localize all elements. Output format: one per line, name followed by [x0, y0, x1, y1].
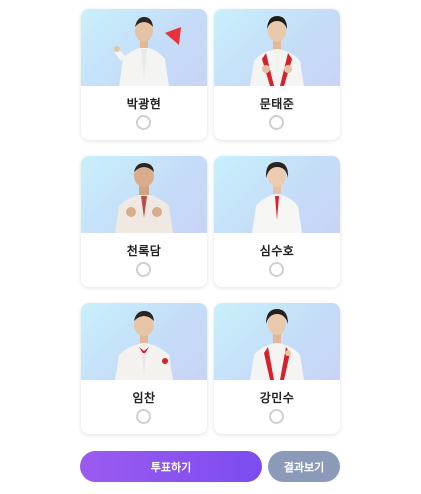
candidate-photo-4	[214, 156, 340, 233]
candidate-name: 문태준	[259, 97, 295, 111]
candidate-card-5[interactable]: 임찬	[81, 303, 207, 434]
candidate-card-3[interactable]: 천록담	[81, 156, 207, 287]
view-results-button[interactable]: 결과보기	[268, 451, 340, 482]
candidate-radio[interactable]	[269, 262, 284, 277]
candidate-photo-6	[214, 303, 340, 380]
candidate-radio[interactable]	[269, 115, 284, 130]
candidate-name: 임찬	[132, 391, 156, 405]
candidate-card-2[interactable]: 문태준	[214, 9, 340, 140]
candidate-radio[interactable]	[136, 409, 151, 424]
candidate-card-1[interactable]: 박광현	[81, 9, 207, 140]
candidate-photo-3	[81, 156, 207, 233]
candidate-name: 천록담	[126, 244, 162, 258]
candidate-name: 심수호	[259, 244, 295, 258]
candidate-radio[interactable]	[136, 115, 151, 130]
vote-page: 박광현 문태준 천록담 심수호 임찬 강민수 투표하기 결과보기	[0, 0, 421, 494]
candidate-radio[interactable]	[269, 409, 284, 424]
candidate-photo-1	[81, 9, 207, 86]
candidate-name: 강민수	[259, 391, 295, 405]
candidate-card-6[interactable]: 강민수	[214, 303, 340, 434]
candidate-name: 박광현	[126, 97, 162, 111]
candidate-radio[interactable]	[136, 262, 151, 277]
candidate-photo-2	[214, 9, 340, 86]
candidate-card-4[interactable]: 심수호	[214, 156, 340, 287]
vote-button[interactable]: 투표하기	[80, 451, 262, 482]
candidate-photo-5	[81, 303, 207, 380]
